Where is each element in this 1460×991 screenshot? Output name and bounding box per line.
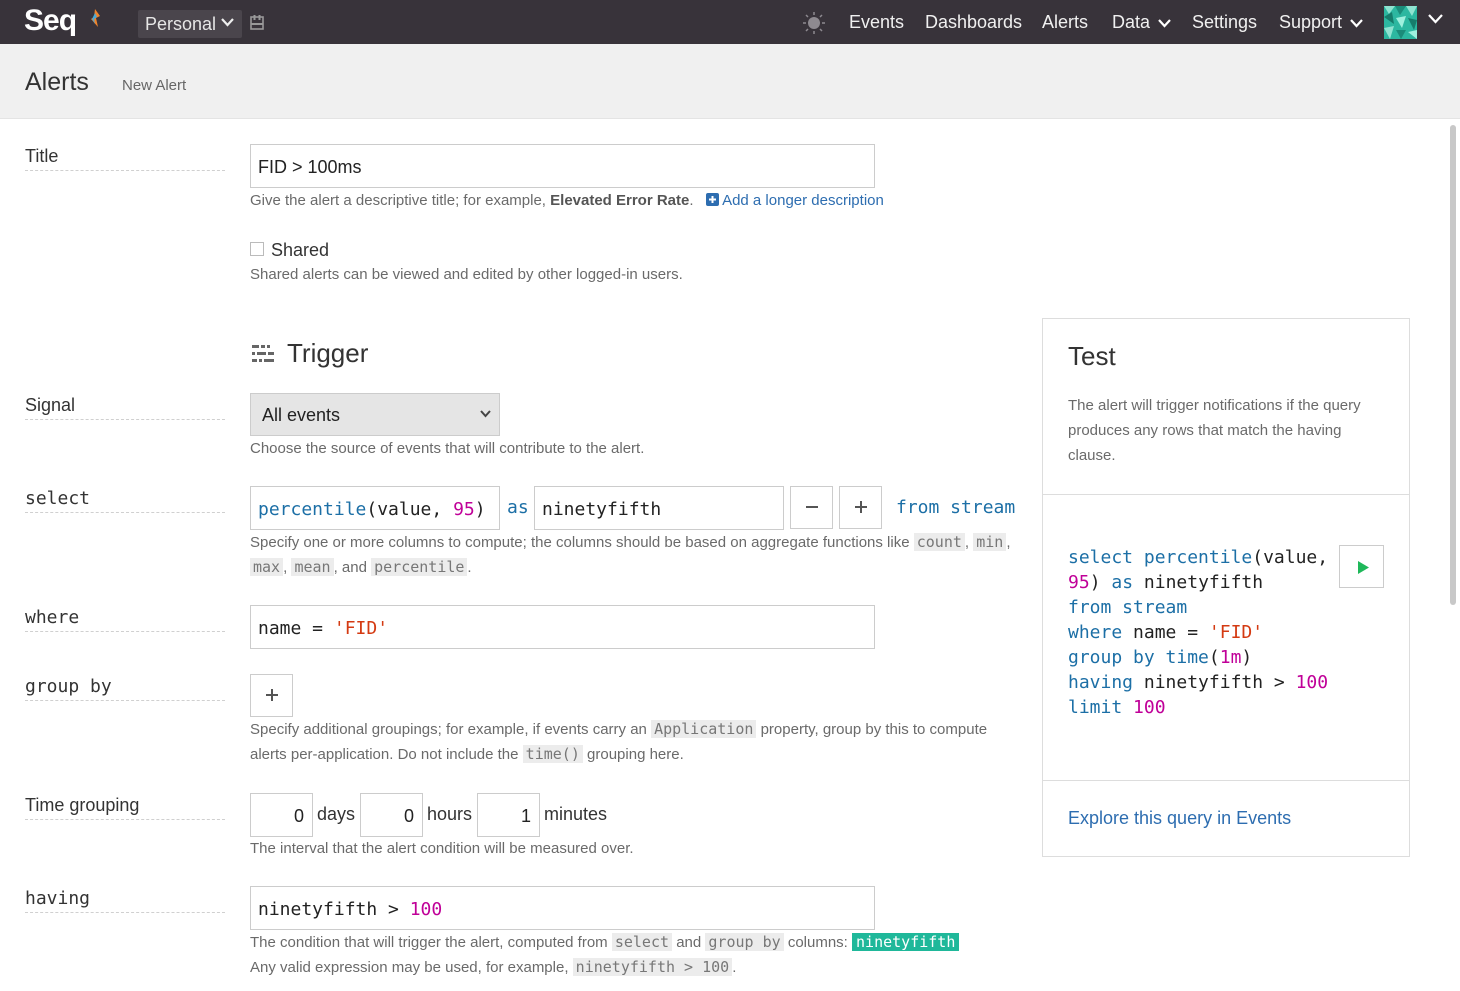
select-label: select <box>25 488 225 513</box>
minutes-unit: minutes <box>544 804 608 824</box>
shared-help: Shared alerts can be viewed and edited b… <box>250 266 683 283</box>
add-column-button[interactable] <box>839 486 882 529</box>
user-avatar[interactable] <box>1384 6 1417 39</box>
page-header: Alerts New Alert <box>0 44 1460 119</box>
chevron-down-icon <box>1158 19 1171 28</box>
chevron-down-icon <box>221 18 234 27</box>
signal-help: Choose the source of events that will co… <box>250 440 645 457</box>
signal-label: Signal <box>25 395 225 420</box>
minus-icon <box>805 506 818 508</box>
add-grouping-button[interactable] <box>250 674 293 717</box>
nav-data-label: Data <box>1112 12 1151 32</box>
days-input[interactable]: 0 <box>250 793 313 837</box>
where-label: where <box>25 607 225 632</box>
trigger-icon <box>252 345 274 362</box>
having-input[interactable]: ninetyfifth > 100 <box>250 886 875 930</box>
workspace-label: Personal <box>145 14 217 34</box>
hours-input[interactable]: 0 <box>360 793 423 837</box>
days-unit: days <box>317 804 356 824</box>
time-grouping-help: The interval that the alert condition wi… <box>250 840 634 857</box>
groupby-help: Specify additional groupings; for exampl… <box>250 720 988 763</box>
account-menu-chevron-icon[interactable] <box>1428 14 1443 24</box>
remove-column-button[interactable] <box>790 486 833 529</box>
play-icon <box>1358 561 1369 574</box>
title-help-example: Elevated Error Rate <box>550 192 690 209</box>
trigger-heading: Trigger <box>287 338 369 368</box>
divider <box>1043 494 1409 495</box>
nav-dashboards[interactable]: Dashboards <box>925 12 1022 33</box>
nav-alerts[interactable]: Alerts <box>1042 12 1088 33</box>
as-keyword: as <box>507 497 529 518</box>
signal-select[interactable]: All events <box>250 393 500 436</box>
seq-logo[interactable]: Seq <box>24 4 77 38</box>
having-help: The condition that will trigger the aler… <box>250 930 1030 980</box>
plus-icon <box>854 501 867 513</box>
plus-square-icon <box>705 193 719 206</box>
select-help: Specify one or more columns to compute; … <box>250 533 1011 576</box>
groupby-label: group by <box>25 676 225 701</box>
explore-in-events-link[interactable]: Explore this query in Events <box>1068 808 1291 829</box>
title-label: Title <box>25 146 225 171</box>
query-preview: select percentile(value, 95) as ninetyfi… <box>1068 547 1329 718</box>
test-description: The alert will trigger notifications if … <box>1068 397 1361 464</box>
nav-settings[interactable]: Settings <box>1192 12 1257 33</box>
having-label: having <box>25 888 225 913</box>
plus-icon <box>265 689 278 701</box>
alias-input[interactable]: ninetyfifth <box>534 486 784 530</box>
time-grouping-label: Time grouping <box>25 795 225 820</box>
scrollbar[interactable] <box>1450 125 1456 605</box>
nav-support-label: Support <box>1279 12 1343 32</box>
nav-support[interactable]: Support <box>1279 12 1363 33</box>
page-subtitle: New Alert <box>122 77 187 94</box>
from-stream-keyword: from stream <box>896 497 1016 518</box>
top-nav: Seq Personal Events Dashboards Alerts Da… <box>0 0 1460 44</box>
page-title: Alerts <box>25 68 89 96</box>
shared-label: Shared <box>271 240 330 260</box>
test-panel: Test The alert will trigger notification… <box>1042 318 1410 857</box>
run-query-button[interactable] <box>1339 545 1384 588</box>
shared-checkbox[interactable] <box>250 242 264 256</box>
signal-value: All events <box>262 405 341 425</box>
theme-toggle-icon[interactable] <box>803 12 825 34</box>
nav-data[interactable]: Data <box>1112 12 1171 33</box>
title-input[interactable]: FID > 100ms <box>250 144 875 188</box>
chevron-down-icon <box>1350 19 1363 28</box>
workspace-icon[interactable] <box>250 15 264 30</box>
minutes-input[interactable]: 1 <box>477 793 540 837</box>
title-help: Give the alert a descriptive title; for … <box>250 192 884 209</box>
divider <box>1043 780 1409 781</box>
add-description-link[interactable]: Add a longer description <box>705 192 884 209</box>
select-expression-input[interactable]: percentile(value, 95) <box>250 486 500 530</box>
chevron-down-icon <box>480 410 491 418</box>
hours-unit: hours <box>427 804 473 824</box>
workspace-select[interactable]: Personal <box>138 10 242 38</box>
column-tag[interactable]: ninetyfifth <box>852 933 960 951</box>
nav-events[interactable]: Events <box>849 12 904 33</box>
where-input[interactable]: name = 'FID' <box>250 605 875 649</box>
flame-icon <box>91 9 100 27</box>
test-title: Test <box>1068 341 1116 371</box>
